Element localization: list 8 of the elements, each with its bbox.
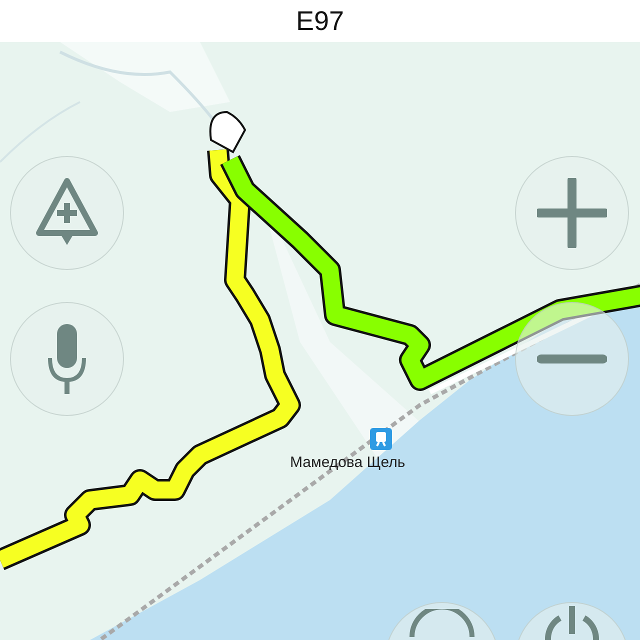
train-station-icon [370, 428, 392, 450]
position-marker-icon [207, 110, 247, 154]
microphone-icon [47, 322, 87, 396]
zoom-in-icon [537, 178, 607, 248]
ring-icon [407, 609, 477, 639]
road-title: E97 [296, 6, 344, 36]
zoom-out-icon [537, 354, 607, 364]
station-label: Мамедова Щель [290, 454, 406, 471]
